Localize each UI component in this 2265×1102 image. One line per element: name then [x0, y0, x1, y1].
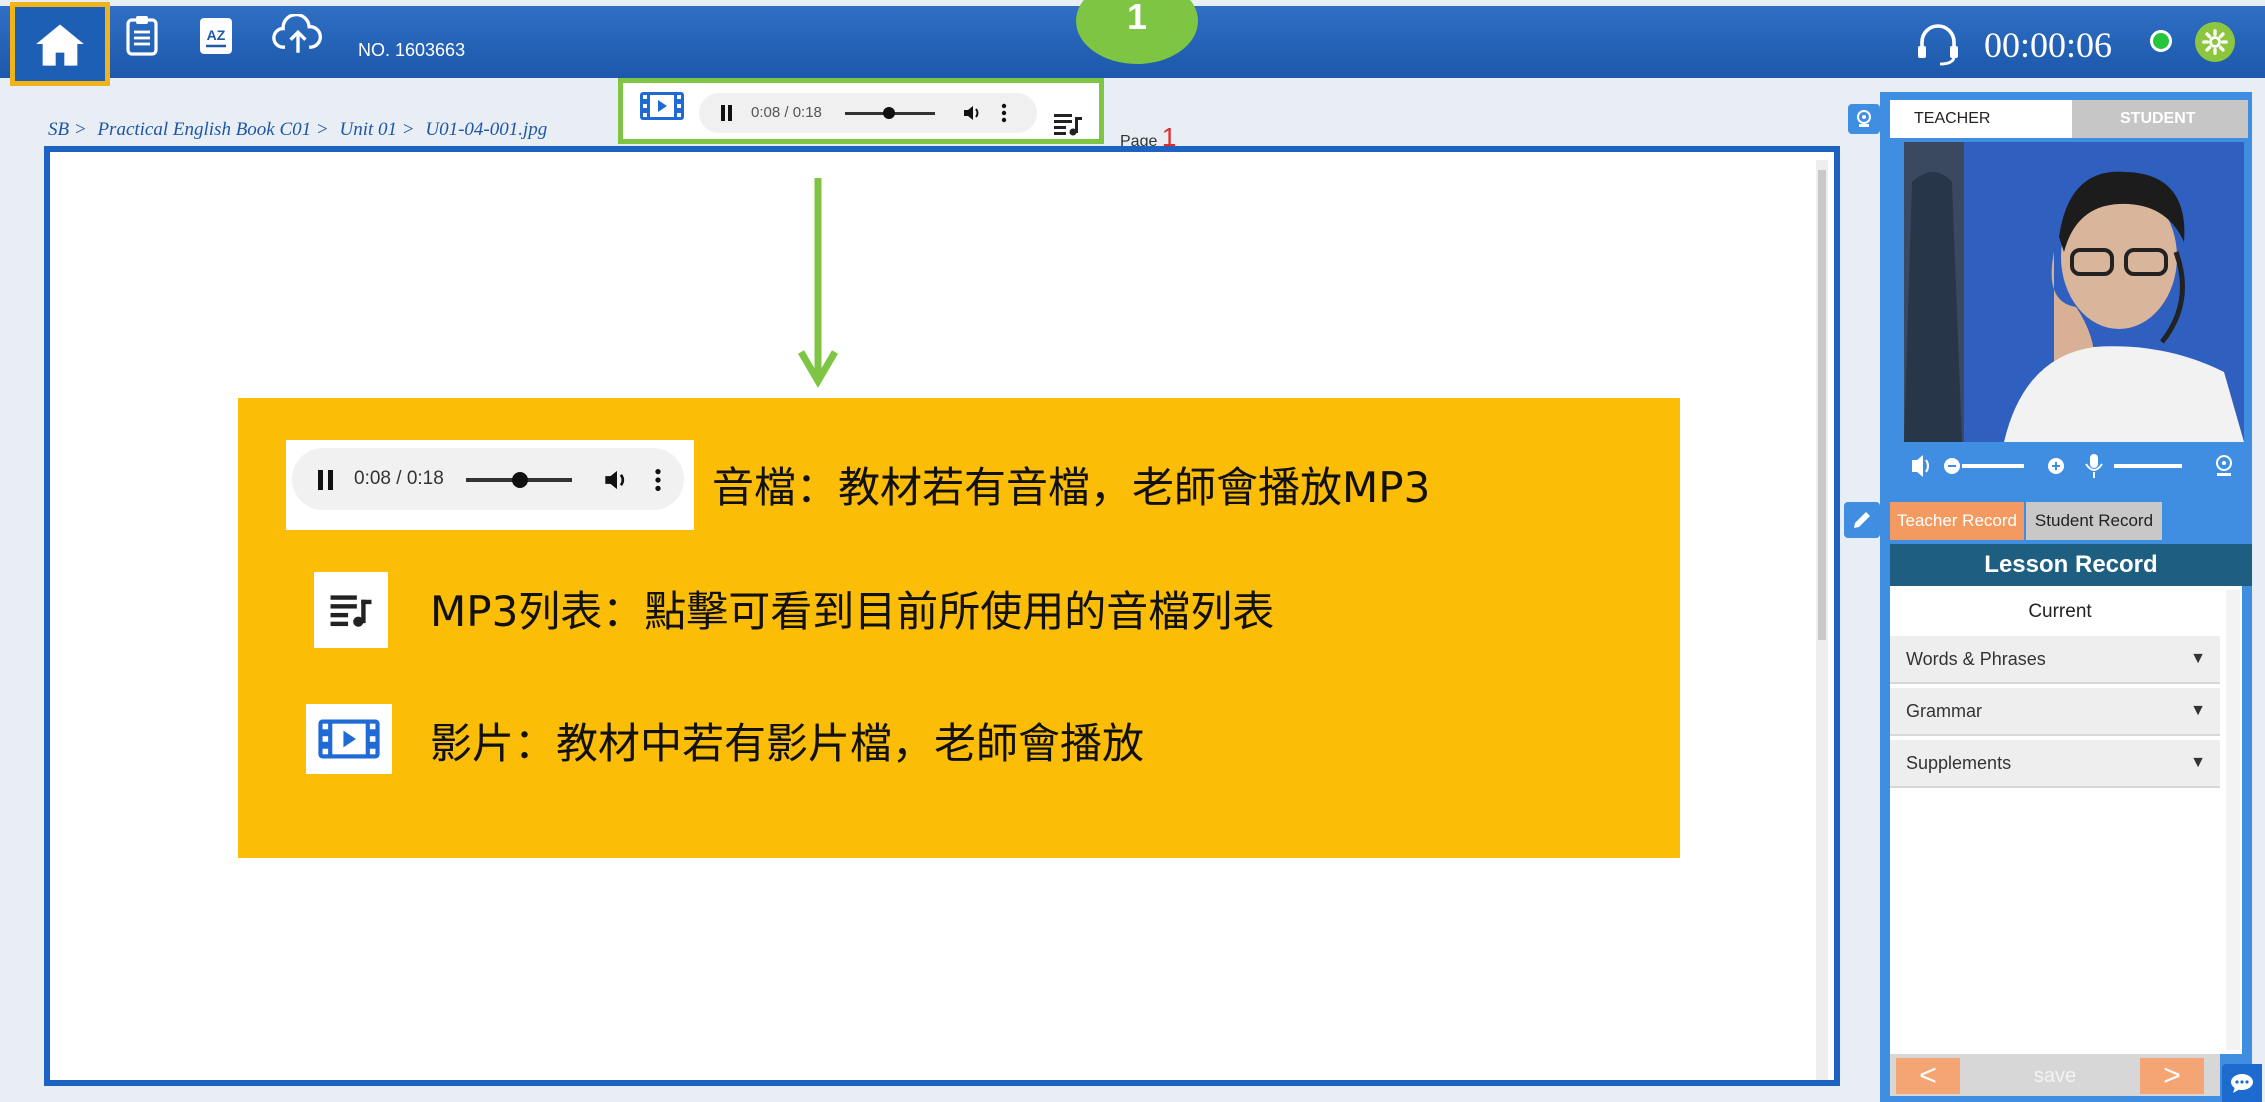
canvas-scroll-thumb[interactable] [1818, 170, 1826, 640]
more-options-icon[interactable] [1001, 103, 1007, 128]
home-icon [36, 24, 84, 66]
headset-icon [1918, 24, 1958, 66]
video-icon [640, 92, 684, 120]
chat-button[interactable] [2222, 1064, 2262, 1102]
webcam-icon[interactable] [2216, 455, 2232, 476]
next-button[interactable]: > [2140, 1058, 2204, 1094]
tab-teacher-record[interactable]: Teacher Record [1890, 502, 2024, 540]
volume-icon[interactable] [963, 104, 983, 127]
down-arrow-icon [798, 178, 838, 388]
audio-player-sample: 0:08 / 0:18 [286, 440, 694, 530]
speaker-volume-slider[interactable] [1962, 464, 2024, 468]
playlist-description: MP3列表：點擊可看到目前所使用的音檔列表 [430, 587, 1275, 636]
breadcrumb-item: U01-04-001.jpg [425, 119, 548, 140]
pause-icon[interactable] [721, 105, 733, 126]
notes-icon [126, 16, 158, 56]
record-section-label: Words & Phrases [1906, 648, 2046, 669]
record-section-grammar[interactable]: Grammar ▼ [1890, 688, 2220, 736]
camera-toggle[interactable] [1848, 104, 1880, 134]
microphone-icon[interactable] [2085, 454, 2103, 478]
dictionary-icon: AZ [200, 18, 232, 54]
tab-teacher[interactable]: TEACHER [1890, 100, 2072, 138]
record-section-words[interactable]: Words & Phrases ▼ [1890, 636, 2220, 684]
svg-text:AZ: AZ [207, 27, 226, 43]
breadcrumb-item[interactable]: Practical English Book C01 > [97, 119, 328, 140]
playlist-icon [330, 595, 372, 627]
expand-arrow-icon: ▼ [2190, 702, 2206, 719]
pencil-icon [1854, 512, 1870, 528]
pause-icon [318, 470, 334, 495]
av-controls [1904, 446, 2244, 486]
class-number: NO. 1603663 [358, 40, 466, 60]
headset-button[interactable] [1912, 22, 1964, 71]
breadcrumb: SB > Practical English Book C01 > Unit 0… [48, 119, 553, 141]
current-label: Current [2028, 601, 2092, 622]
expand-arrow-icon: ▼ [2190, 754, 2206, 771]
settings-button[interactable] [2195, 22, 2235, 62]
connection-status-dot [2150, 30, 2172, 52]
tab-student-record[interactable]: Student Record [2026, 502, 2162, 540]
video-button[interactable] [639, 91, 685, 126]
dictionary-button[interactable]: AZ [190, 10, 242, 62]
audio-player-mini[interactable]: 0:08 / 0:18 [699, 93, 1037, 133]
speaker-icon[interactable] [1912, 455, 1929, 477]
more-options-icon [654, 468, 662, 497]
media-help-box: 0:08 / 0:18 音檔：教材若有音檔，老師會播放MP3 MP3列表：點擊可… [238, 398, 1680, 858]
lesson-record-title: Lesson Record [1890, 544, 2252, 586]
teacher-video-feed [1904, 142, 2244, 442]
cloud-upload-icon [272, 14, 322, 53]
audio-description: 音檔：教材若有音檔，老師會播放MP3 [712, 463, 1431, 512]
record-scrollbar[interactable] [2226, 590, 2240, 1050]
previous-button[interactable]: < [1896, 1058, 1960, 1094]
audio-time: 0:08 / 0:18 [751, 104, 822, 121]
playlist-button[interactable] [1053, 111, 1083, 142]
playlist-sample [314, 572, 388, 648]
video-icon [318, 719, 380, 759]
seek-thumb[interactable] [883, 107, 895, 119]
playlist-icon [1054, 114, 1082, 136]
notes-button[interactable] [116, 10, 168, 62]
mic-volume-slider[interactable] [2114, 464, 2182, 468]
cloud-upload-button[interactable] [272, 10, 324, 62]
record-section-label: Grammar [1906, 700, 1982, 721]
annotate-toggle[interactable] [1844, 502, 1880, 538]
seek-thumb [512, 472, 528, 488]
chat-icon [2231, 1074, 2253, 1093]
expand-arrow-icon: ▼ [2190, 650, 2206, 667]
audio-time: 0:08 / 0:18 [354, 468, 444, 489]
media-toolbar: 0:08 / 0:18 [618, 78, 1104, 144]
record-section-label: Supplements [1906, 752, 2012, 773]
breadcrumb-item[interactable]: SB > [48, 119, 87, 140]
session-timer: 00:00:06 [1984, 25, 2113, 65]
video-sample [306, 704, 392, 774]
home-button[interactable] [10, 2, 110, 86]
webcam-icon [1857, 110, 1871, 127]
volume-icon [604, 468, 630, 497]
teacher-video-frame [1904, 142, 2244, 442]
record-section-supplements[interactable]: Supplements ▼ [1890, 740, 2220, 788]
settings-icon [2202, 29, 2228, 55]
save-button[interactable]: save [2010, 1060, 2100, 1092]
tab-student[interactable]: STUDENT [2072, 100, 2248, 138]
breadcrumb-item[interactable]: Unit 01 > [339, 119, 414, 140]
video-description: 影片：教材中若有影片檔，老師會播放 [430, 719, 1145, 768]
